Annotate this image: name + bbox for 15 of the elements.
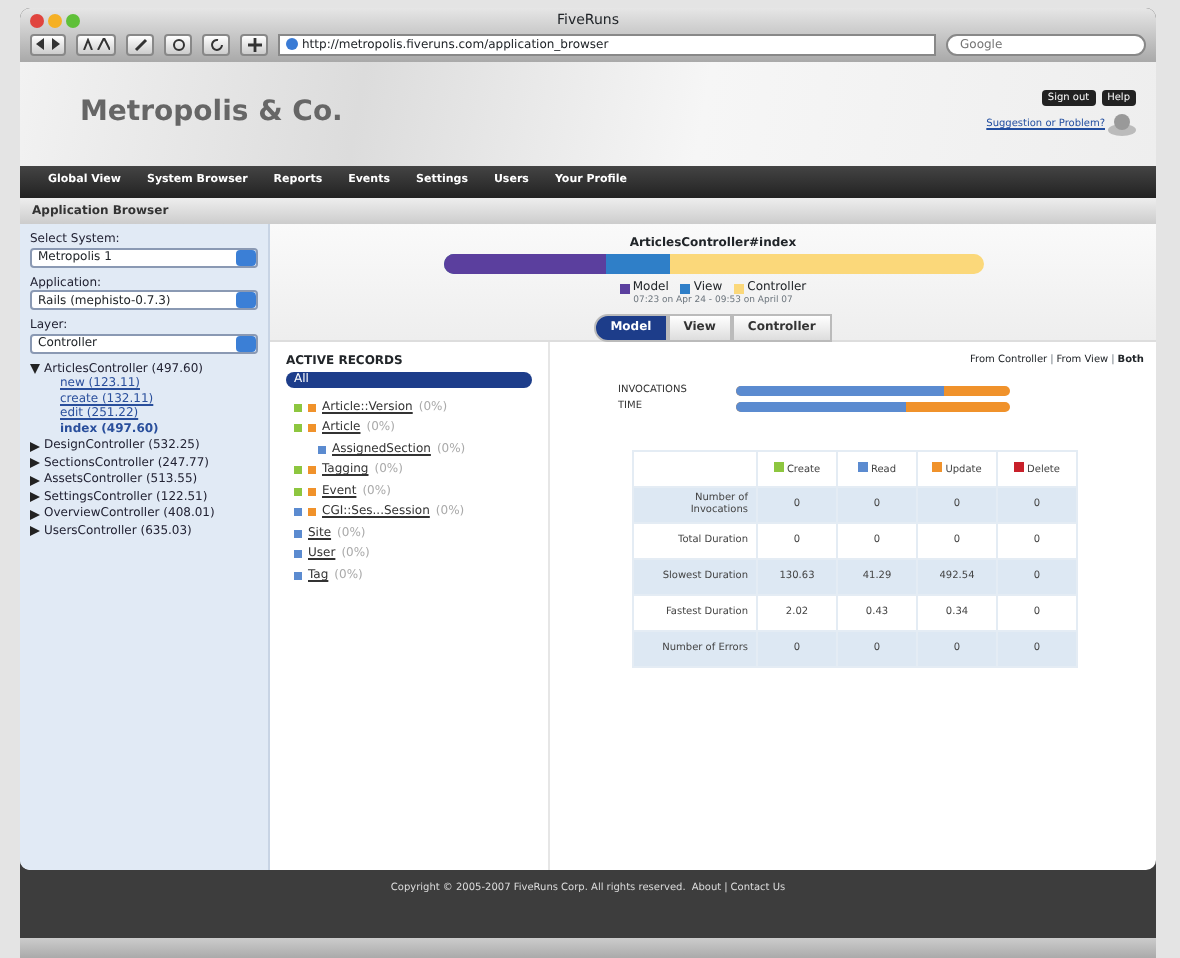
stop-button[interactable] (164, 33, 192, 56)
add-bookmark-button[interactable] (240, 33, 268, 56)
back-forward-button[interactable] (30, 33, 66, 56)
pencil-icon (133, 37, 147, 52)
reload-button[interactable] (202, 33, 230, 56)
edit-button[interactable] (126, 33, 154, 56)
expanded-arrow-icon[interactable] (30, 364, 40, 374)
text-size-button[interactable] (76, 33, 116, 56)
letters-icon (82, 38, 110, 51)
arrows-icon (36, 38, 60, 51)
site-logo: Metropolis & Co. (80, 96, 343, 131)
globe-icon (286, 38, 298, 51)
plus-icon (247, 37, 261, 52)
circle-icon (171, 37, 185, 52)
reload-icon (209, 37, 223, 52)
